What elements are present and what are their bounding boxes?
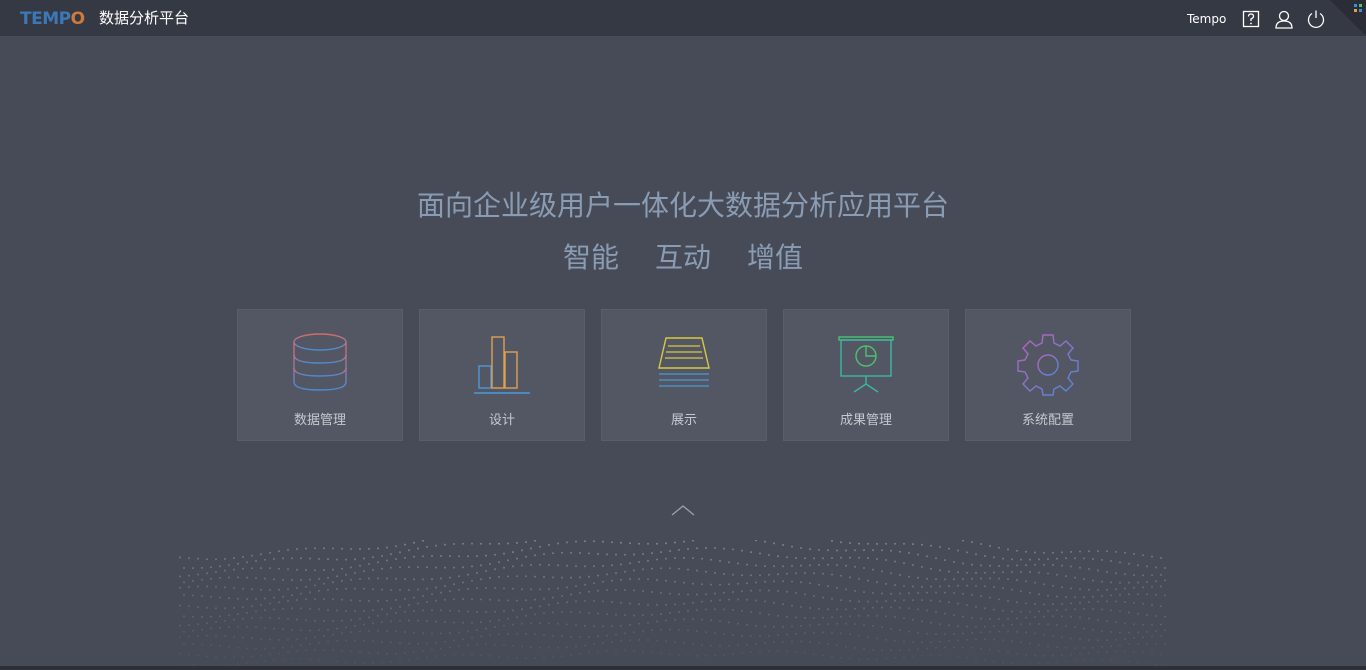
corner-decoration-icon: [1330, 0, 1366, 36]
tile-results-management[interactable]: 成果管理: [783, 309, 949, 441]
app-title: 数据分析平台: [99, 9, 190, 27]
slogan-interactive: 互动: [654, 241, 711, 274]
document-stack-icon: [658, 337, 710, 387]
bottom-edge: [0, 666, 1366, 670]
module-tiles: 数据管理 设计 展示 成果管理 系统配置: [237, 309, 1131, 441]
hero-slogans: 智能 互动 增值: [0, 240, 1366, 276]
chevron-up-icon[interactable]: [671, 503, 695, 517]
database-icon: [293, 333, 347, 391]
tempo-logo: TEMP O: [20, 9, 85, 29]
tile-design[interactable]: 设计: [419, 309, 585, 441]
tile-label: 展示: [670, 413, 697, 428]
user-name[interactable]: Tempo: [1187, 11, 1226, 27]
user-icon[interactable]: [1274, 9, 1294, 29]
tile-data-management[interactable]: 数据管理: [237, 309, 403, 441]
power-icon[interactable]: [1306, 9, 1326, 29]
tile-label: 数据管理: [293, 413, 346, 428]
presentation-board-icon: [838, 336, 894, 393]
slogan-smart: 智能: [562, 241, 619, 274]
tile-label: 设计: [488, 413, 515, 428]
tile-label: 系统配置: [1021, 413, 1074, 428]
hero-headline: 面向企业级用户一体化大数据分析应用平台: [416, 189, 949, 222]
slogan-value: 增值: [747, 241, 804, 274]
tile-system-config[interactable]: 系统配置: [965, 309, 1131, 441]
bar-chart-icon: [474, 336, 530, 394]
tile-display[interactable]: 展示: [601, 309, 767, 441]
tile-label: 成果管理: [839, 413, 892, 428]
particle-wave-decoration: [179, 540, 1166, 667]
help-icon[interactable]: [1241, 9, 1261, 29]
top-bar: TEMP O 数据分析平台 Tempo: [0, 0, 1366, 36]
gear-icon: [1017, 334, 1079, 396]
